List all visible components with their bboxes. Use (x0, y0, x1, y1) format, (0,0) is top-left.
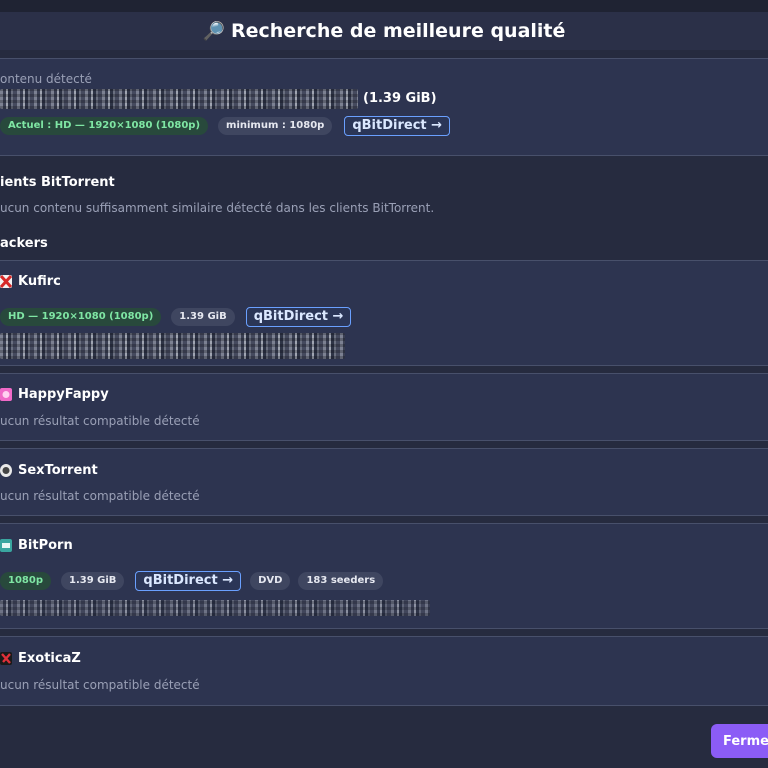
tracker-card-kufirc: Kufirc HD — 1920×1080 (1080p) 1.39 GiB q… (0, 260, 768, 366)
size-badge: 1.39 GiB (171, 308, 235, 326)
tracker-name: ExoticaZ (18, 651, 81, 666)
no-result-message: ucun résultat compatible détecté (0, 678, 200, 692)
tracker-header: Kufirc (0, 274, 61, 289)
seeders-badge: 183 seeders (298, 572, 384, 590)
tracker-card-bitporn: BitPorn 1080p 1.39 GiB qBitDirect → DVD … (0, 523, 768, 629)
bitporn-icon (0, 539, 12, 552)
tracker-header: SexTorrent (0, 463, 98, 478)
dialog-title-text: Recherche de meilleure qualité (231, 20, 566, 42)
top-band (0, 0, 768, 12)
result-title-redacted (0, 600, 430, 616)
trackers-section-title: ackers (0, 236, 48, 251)
tracker-header: ExoticaZ (0, 651, 81, 666)
tracker-header: HappyFappy (0, 387, 109, 402)
no-result-message: ucun résultat compatible détecté (0, 489, 200, 503)
source-badge: DVD (250, 572, 291, 590)
tracker-badges: HD — 1920×1080 (1080p) 1.39 GiB qBitDire… (0, 307, 352, 327)
minimum-quality-badge: minimum : 1080p (218, 117, 333, 135)
quality-badge: HD — 1920×1080 (1080p) (0, 308, 162, 326)
detected-label: ontenu détecté (0, 72, 92, 86)
magnifier-icon: 🔎 (202, 20, 225, 42)
no-result-message: ucun résultat compatible détecté (0, 414, 200, 428)
tracker-name: HappyFappy (18, 387, 109, 402)
dialog-title: 🔎 Recherche de meilleure qualité (203, 20, 566, 42)
tracker-card-happyfappy: HappyFappy ucun résultat compatible déte… (0, 373, 768, 441)
sextorrent-icon (0, 464, 12, 477)
dialog-header: 🔎 Recherche de meilleure qualité (0, 12, 768, 50)
close-button[interactable]: Fermer (711, 724, 768, 758)
qbitdirect-button[interactable]: qBitDirect → (135, 571, 242, 591)
tracker-badges: 1080p 1.39 GiB qBitDirect → DVD 183 seed… (0, 571, 384, 591)
detected-content-panel: ontenu détecté (1.39 GiB) Actuel : HD — … (0, 58, 768, 156)
clients-section-title: ients BitTorrent (0, 175, 115, 190)
qbitdirect-button[interactable]: qBitDirect → (344, 116, 451, 136)
current-quality-badge: Actuel : HD — 1920×1080 (1080p) (0, 117, 209, 135)
tracker-header: BitPorn (0, 538, 73, 553)
tracker-name: BitPorn (18, 538, 73, 553)
detected-badges: Actuel : HD — 1920×1080 (1080p) minimum … (0, 116, 451, 136)
quality-badge: 1080p (0, 572, 51, 590)
clients-message: ucun contenu suffisamment similaire déte… (0, 201, 435, 215)
tracker-name: Kufirc (18, 274, 61, 289)
exoticaz-icon (0, 652, 12, 665)
qbitdirect-button[interactable]: qBitDirect → (245, 307, 352, 327)
happyfappy-icon (0, 388, 12, 401)
tracker-name: SexTorrent (18, 463, 98, 478)
size-badge: 1.39 GiB (61, 572, 125, 590)
detected-filename-redacted (0, 89, 358, 109)
detected-size: (1.39 GiB) (363, 91, 437, 106)
tracker-card-sextorrent: SexTorrent ucun résultat compatible déte… (0, 448, 768, 516)
kufirc-icon (0, 275, 12, 288)
result-title-redacted (0, 333, 345, 359)
tracker-card-exoticaz: ExoticaZ ucun résultat compatible détect… (0, 636, 768, 706)
